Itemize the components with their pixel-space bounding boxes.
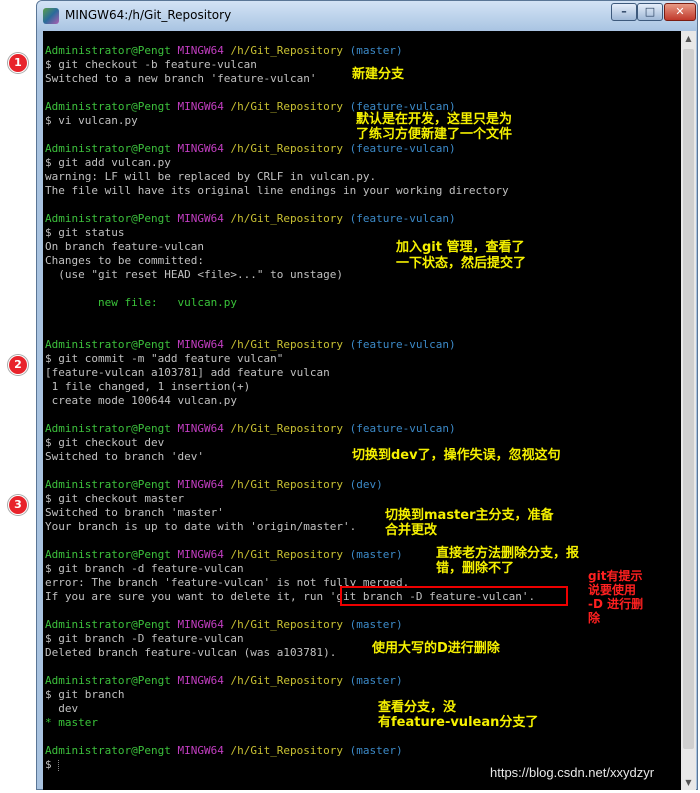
- command-input-line[interactable]: $: [45, 758, 52, 772]
- command-line: $ git branch: [45, 688, 125, 701]
- annotation-hint-line3: -D 进行删: [588, 597, 644, 611]
- output-line: On branch feature-vulcan: [45, 240, 204, 253]
- command-line: $ git branch -D feature-vulcan: [45, 632, 244, 645]
- maximize-icon: □: [644, 5, 656, 18]
- annotation-dev-line2: 了练习方便新建了一个文件: [356, 127, 513, 142]
- output-line: Changes to be committed:: [45, 254, 204, 267]
- annotation-master-line2: 合并更改: [385, 523, 438, 538]
- output-line: create mode 100644 vulcan.py: [45, 394, 238, 407]
- output-line: The file will have its original line end…: [45, 184, 509, 197]
- prompt-line: Administrator@Pengt MINGW64 /h/Git_Repos…: [45, 142, 456, 155]
- annotation-list-line1: 查看分支，没: [378, 700, 457, 715]
- command-line: $ git checkout -b feature-vulcan: [45, 58, 257, 71]
- output-line: [feature-vulcan a103781] add feature vul…: [45, 366, 330, 379]
- step-marker-3: 3: [8, 495, 28, 515]
- mingw-app-icon: [43, 8, 59, 24]
- terminal-area[interactable]: ▲ ▼ Administrator@Pengt MINGW64 /h/Git_R…: [43, 31, 696, 790]
- text-cursor: [58, 760, 61, 771]
- title-bar[interactable]: MINGW64:/h/Git_Repository – □ ✕: [37, 1, 697, 31]
- step-marker-2: 2: [8, 355, 28, 375]
- command-line: $ git add vulcan.py: [45, 156, 171, 169]
- command-line: $ vi vulcan.py: [45, 114, 138, 127]
- maximize-button[interactable]: □: [637, 3, 663, 21]
- annotation-add-line2: 一下状态，然后提交了: [396, 256, 527, 271]
- step-marker-1: 1: [8, 53, 28, 73]
- command-line: $ git checkout dev: [45, 436, 165, 449]
- close-icon: ✕: [675, 5, 685, 18]
- annotation-dev-line1: 默认是在开发，这里只是为: [356, 112, 513, 127]
- annotation-list-line2: 有feature-vulean分支了: [378, 715, 539, 730]
- watermark-url: https://blog.csdn.net/xxydzyr: [490, 765, 655, 780]
- scrollbar-thumb[interactable]: [683, 49, 694, 749]
- prompt-line: Administrator@Pengt MINGW64 /h/Git_Repos…: [45, 422, 456, 435]
- command-line: $ git commit -m "add feature vulcan": [45, 352, 284, 365]
- annotation-add-line1: 加入git 管理，查看了: [396, 240, 525, 255]
- minimize-button[interactable]: –: [611, 3, 637, 21]
- annotation-force-delete: 使用大写的D进行删除: [372, 641, 500, 656]
- scroll-up-icon[interactable]: ▲: [681, 31, 696, 46]
- annotation-new-branch: 新建分支: [352, 67, 405, 82]
- annotation-delete-line1: 直接老方法删除分支，报: [436, 546, 580, 561]
- command-line: $ git checkout master: [45, 492, 185, 505]
- output-line: Switched to branch 'dev': [45, 450, 204, 463]
- annotation-hint-line2: 说要使用: [588, 583, 637, 597]
- output-line: Switched to a new branch 'feature-vulcan…: [45, 72, 317, 85]
- command-line: $ git status: [45, 226, 125, 239]
- annotation-hint-line4: 除: [588, 611, 601, 625]
- prompt-line: Administrator@Pengt MINGW64 /h/Git_Repos…: [45, 744, 403, 757]
- output-line: 1 file changed, 1 insertion(+): [45, 380, 251, 393]
- prompt-line: Administrator@Pengt MINGW64 /h/Git_Repos…: [45, 338, 456, 351]
- prompt-line: Administrator@Pengt MINGW64 /h/Git_Repos…: [45, 212, 456, 225]
- close-button[interactable]: ✕: [664, 3, 696, 21]
- scroll-down-icon[interactable]: ▼: [681, 775, 696, 790]
- output-line: Switched to branch 'master': [45, 506, 224, 519]
- command-line: $ git branch -d feature-vulcan: [45, 562, 244, 575]
- prompt-line: Administrator@Pengt MINGW64 /h/Git_Repos…: [45, 548, 403, 561]
- vertical-scrollbar[interactable]: ▲ ▼: [681, 31, 696, 790]
- output-line: warning: LF will be replaced by CRLF in …: [45, 170, 377, 183]
- annotation-switch-dev: 切换到dev了，操作失误，忽视这句: [352, 448, 561, 463]
- highlight-box: [340, 586, 568, 606]
- output-line: dev: [45, 702, 79, 715]
- prompt-line: Administrator@Pengt MINGW64 /h/Git_Repos…: [45, 478, 383, 491]
- output-line-staged-file: new file: vulcan.py: [45, 296, 238, 309]
- output-line: Deleted branch feature-vulcan (was a1037…: [45, 646, 337, 659]
- output-line: (use "git reset HEAD <file>..." to unsta…: [45, 268, 344, 281]
- window-title: MINGW64:/h/Git_Repository: [65, 8, 232, 22]
- output-line: Your branch is up to date with 'origin/m…: [45, 520, 357, 533]
- prompt-line: Administrator@Pengt MINGW64 /h/Git_Repos…: [45, 44, 403, 57]
- annotation-hint-line1: git有提示: [588, 569, 643, 583]
- prompt-line: Administrator@Pengt MINGW64 /h/Git_Repos…: [45, 618, 403, 631]
- output-line-current-branch: * master: [45, 716, 98, 729]
- annotation-delete-line2: 错，删除不了: [436, 561, 515, 576]
- annotation-master-line1: 切换到master主分支，准备: [385, 508, 554, 523]
- minimize-icon: –: [621, 5, 627, 18]
- prompt-line: Administrator@Pengt MINGW64 /h/Git_Repos…: [45, 674, 403, 687]
